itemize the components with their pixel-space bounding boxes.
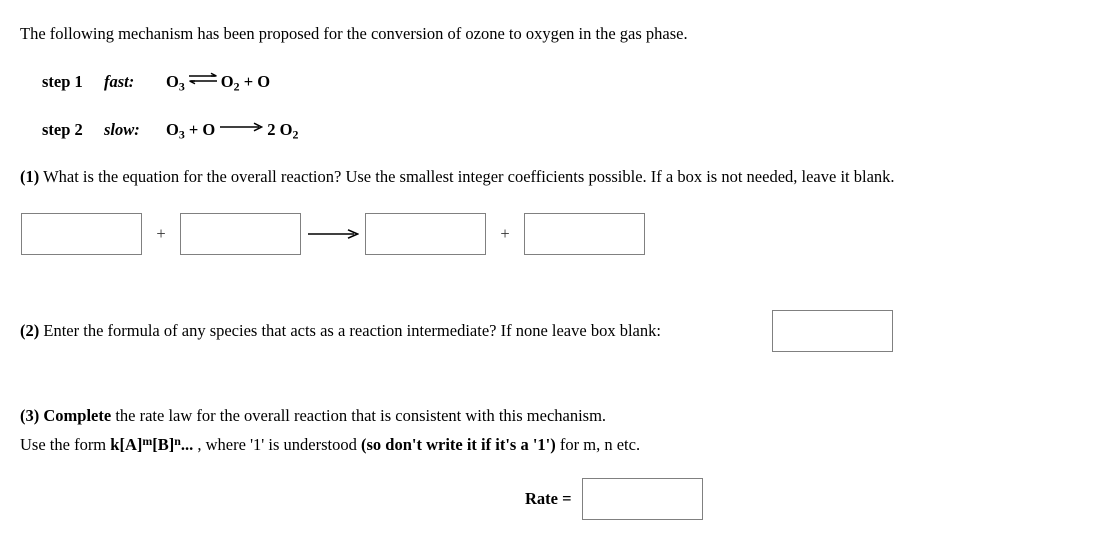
question-3-text-line-1: (3) Complete the rate law for the overal… bbox=[20, 405, 606, 427]
equation-box-reactant-1[interactable] bbox=[21, 213, 142, 255]
step-2-product: 2 O2 bbox=[267, 119, 299, 142]
step-1-equation: O3 O2 + O bbox=[166, 70, 270, 98]
overall-equation-answer-row: + + bbox=[21, 213, 645, 255]
equilibrium-arrow-icon bbox=[188, 70, 218, 92]
step-1-product: O2 + O bbox=[220, 72, 271, 94]
rate-law-form-end: for m, n etc. bbox=[555, 434, 641, 454]
step-1-label: step 1 bbox=[42, 72, 83, 92]
equation-box-product-2[interactable] bbox=[524, 213, 645, 255]
rate-answer-row: Rate = bbox=[525, 478, 703, 520]
question-1-body: What is the equation for the overall rea… bbox=[39, 167, 895, 186]
rate-law-formula: k[A]m[B]n... bbox=[110, 434, 198, 454]
question-2-number: (2) bbox=[20, 321, 40, 340]
rate-law-bold-note: (so don't write it if it's a '1') bbox=[360, 434, 556, 454]
step-2-speed: slow: bbox=[104, 119, 140, 139]
step-2-label: step 2 bbox=[42, 119, 83, 139]
rate-law-form-mid: , where '1' is understood bbox=[197, 434, 361, 454]
mechanism-step-1: step 1 fast: O3 O2 + O bbox=[42, 70, 270, 98]
equation-box-reactant-2[interactable] bbox=[180, 213, 301, 255]
step-1-reactant: O3 bbox=[166, 72, 185, 94]
question-3-number: (3) bbox=[20, 406, 44, 425]
question-2-text: (2) Enter the formula of any species tha… bbox=[20, 320, 661, 342]
step-1-speed: fast: bbox=[104, 72, 135, 92]
question-2-body: Enter the formula of any species that ac… bbox=[39, 321, 661, 340]
question-1-number: (1) bbox=[20, 167, 40, 186]
rate-law-form-prefix: Use the form bbox=[20, 434, 111, 454]
equation-reaction-arrow-icon bbox=[301, 213, 365, 255]
reaction-arrow-icon bbox=[219, 117, 264, 139]
mechanism-step-2: step 2 slow: O3 + O 2 O2 bbox=[42, 117, 298, 145]
question-3-bold-lead: Complete bbox=[43, 406, 112, 425]
step-2-equation: O3 + O 2 O2 bbox=[166, 117, 298, 145]
rate-label: Rate = bbox=[525, 489, 572, 508]
question-3-line-1-rest: the rate law for the overall reaction th… bbox=[111, 406, 607, 425]
rate-law-answer-input[interactable] bbox=[581, 478, 703, 520]
intro-text: The following mechanism has been propose… bbox=[20, 24, 688, 43]
plus-sign-2: + bbox=[500, 224, 510, 243]
step-2-reactant: O3 + O bbox=[166, 119, 216, 142]
question-3-text-line-2: Use the form k[A]m[B]n... , where '1' is… bbox=[20, 430, 640, 456]
intermediate-answer-input[interactable] bbox=[772, 310, 893, 352]
plus-sign-1: + bbox=[156, 224, 166, 243]
question-1-text: (1) What is the equation for the overall… bbox=[20, 166, 895, 188]
equation-box-product-1[interactable] bbox=[365, 213, 486, 255]
